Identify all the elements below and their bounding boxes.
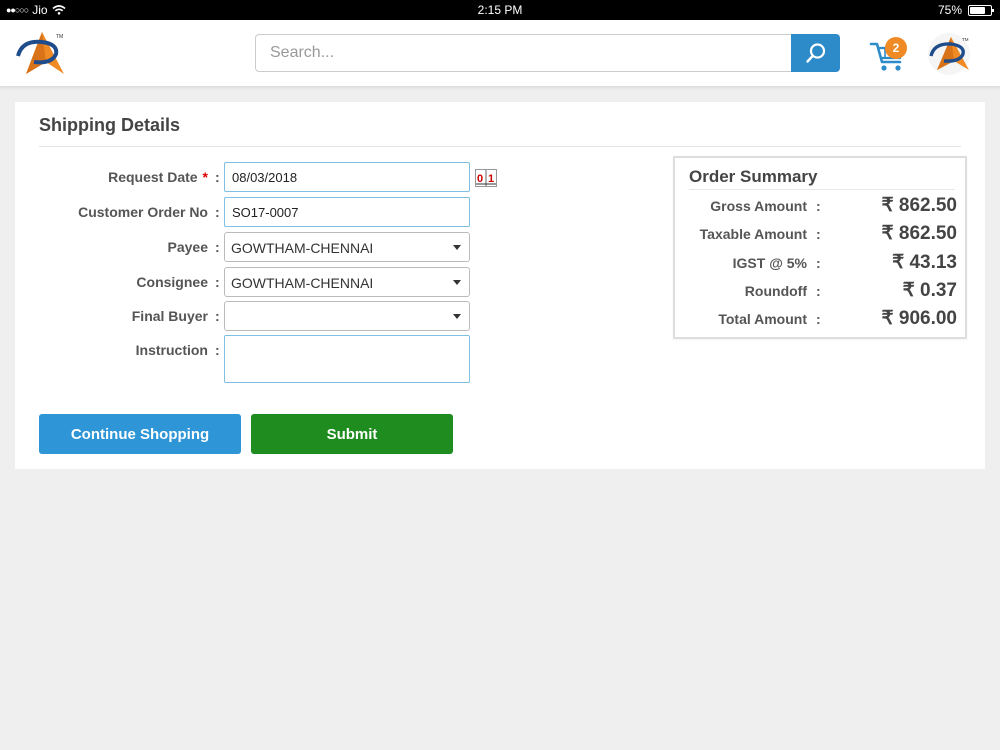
- status-bar: ●●○○○ Jio 2:15 PM 75%: [0, 0, 1000, 20]
- battery-icon: [968, 4, 994, 16]
- field-colon: :: [215, 204, 220, 220]
- final-buyer-label: Final Buyer: [131, 308, 208, 324]
- summary-label: Taxable Amount: [699, 226, 807, 242]
- summary-colon: :: [816, 198, 821, 214]
- brand-logo[interactable]: TM: [12, 28, 68, 80]
- chevron-down-icon: [453, 280, 461, 285]
- summary-label: IGST @ 5%: [732, 255, 807, 271]
- status-bar-right: 75%: [937, 3, 994, 17]
- summary-value: ₹ 906.00: [881, 308, 957, 329]
- request-date-input[interactable]: [224, 162, 470, 192]
- request-date-row: Request Date* : 0 1: [15, 162, 497, 192]
- payee-selected-value: GOWTHAM-CHENNAI: [231, 240, 374, 256]
- final-buyer-select[interactable]: [224, 301, 470, 331]
- chevron-down-icon: [453, 245, 461, 250]
- summary-value: ₹ 862.50: [881, 223, 957, 244]
- field-colon: :: [215, 308, 220, 324]
- summary-colon: :: [816, 283, 821, 299]
- required-mark: *: [202, 169, 208, 185]
- request-date-label: Request Date *: [108, 169, 208, 185]
- field-colon: :: [215, 169, 220, 185]
- battery-percent: 75%: [937, 3, 962, 17]
- consignee-select[interactable]: GOWTHAM-CHENNAI: [224, 267, 470, 297]
- status-time: 2:15 PM: [477, 3, 523, 17]
- search-input[interactable]: [255, 34, 795, 72]
- calendar-icon[interactable]: 0 1: [475, 169, 497, 187]
- cart-count-badge[interactable]: 2: [885, 37, 907, 59]
- consignee-label: Consignee: [136, 274, 208, 290]
- summary-value: ₹ 862.50: [881, 195, 957, 216]
- summary-colon: :: [816, 255, 821, 271]
- summary-row-igst: IGST @ 5% : ₹ 43.13: [675, 251, 965, 275]
- chevron-down-icon: [453, 314, 461, 319]
- payee-select[interactable]: GOWTHAM-CHENNAI: [224, 232, 470, 262]
- summary-label: Total Amount: [718, 311, 807, 327]
- field-colon: :: [215, 274, 220, 290]
- search-button[interactable]: [791, 34, 840, 72]
- field-colon: :: [215, 239, 220, 255]
- summary-row-total: Total Amount : ₹ 906.00: [675, 307, 965, 331]
- summary-row-gross: Gross Amount : ₹ 862.50: [675, 194, 965, 218]
- summary-colon: :: [816, 226, 821, 242]
- order-summary-card: Order Summary Gross Amount : ₹ 862.50 Ta…: [673, 156, 967, 339]
- payee-row: Payee : GOWTHAM-CHENNAI: [15, 232, 485, 262]
- battery-fill: [970, 6, 985, 14]
- customer-order-input[interactable]: [224, 197, 470, 227]
- summary-value: ₹ 43.13: [892, 252, 957, 273]
- summary-label: Gross Amount: [710, 198, 807, 214]
- field-colon: :: [215, 342, 220, 358]
- payee-label: Payee: [167, 239, 208, 255]
- svg-text:TM: TM: [962, 37, 969, 42]
- instruction-row: Instruction :: [15, 335, 485, 383]
- svg-text:1: 1: [488, 173, 494, 185]
- customer-order-row: Customer Order No :: [15, 197, 485, 227]
- consignee-selected-value: GOWTHAM-CHENNAI: [231, 275, 374, 291]
- order-summary-title: Order Summary: [689, 167, 818, 186]
- instruction-label: Instruction: [135, 342, 208, 358]
- summary-row-taxable: Taxable Amount : ₹ 862.50: [675, 222, 965, 246]
- final-buyer-row: Final Buyer :: [15, 301, 485, 331]
- continue-shopping-button[interactable]: Continue Shopping: [39, 414, 241, 454]
- summary-divider: [689, 189, 955, 190]
- page-title: Shipping Details: [39, 115, 181, 135]
- svg-text:TM: TM: [56, 34, 63, 40]
- search-icon: [805, 43, 825, 63]
- customer-order-label: Customer Order No: [78, 204, 208, 220]
- app-header: TM 2 TM: [0, 20, 1000, 87]
- shipping-panel: Shipping Details Request Date* : 0 1 Cus…: [15, 102, 985, 469]
- summary-value: ₹ 0.37: [902, 280, 957, 301]
- summary-label: Roundoff: [744, 283, 807, 299]
- instruction-textarea[interactable]: [224, 335, 470, 383]
- title-divider: [39, 146, 961, 147]
- submit-button[interactable]: Submit: [251, 414, 453, 454]
- profile-avatar[interactable]: TM: [925, 32, 973, 76]
- svg-text:0: 0: [477, 173, 483, 185]
- consignee-row: Consignee : GOWTHAM-CHENNAI: [15, 267, 485, 297]
- summary-row-roundoff: Roundoff : ₹ 0.37: [675, 279, 965, 303]
- summary-colon: :: [816, 311, 821, 327]
